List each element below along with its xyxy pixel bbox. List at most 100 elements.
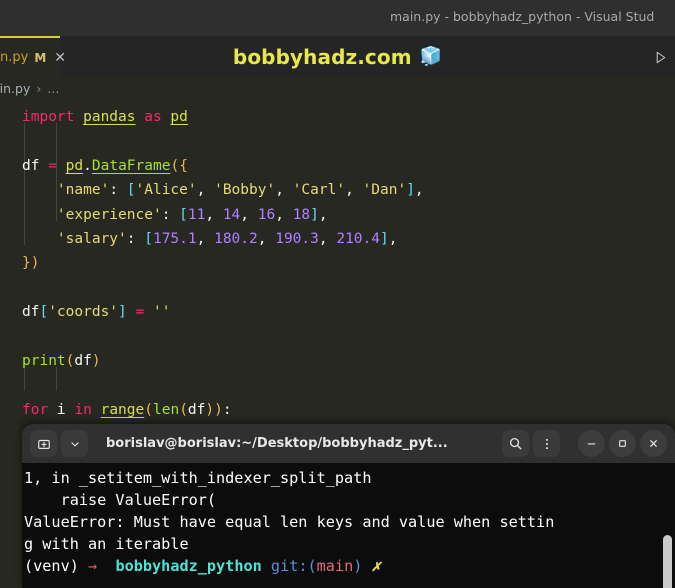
code-token: import bbox=[22, 109, 84, 125]
code-token: ] bbox=[310, 206, 319, 223]
code-token: ] bbox=[380, 230, 389, 247]
cube-icon: 🧊 bbox=[419, 46, 443, 67]
terminal-token: bobbyhadz_python bbox=[106, 557, 271, 575]
code-line: }) bbox=[22, 251, 675, 275]
code-token: , bbox=[240, 206, 258, 223]
code-token: , bbox=[318, 230, 337, 247]
code-token: : bbox=[126, 230, 145, 247]
code-token: [ bbox=[179, 206, 188, 223]
run-button[interactable] bbox=[650, 47, 670, 67]
code-token: pd bbox=[65, 157, 84, 174]
code-content[interactable]: import pandas as pd df = pd.DataFrame({ … bbox=[0, 105, 675, 446]
code-token: } bbox=[22, 255, 31, 272]
minimize-button[interactable] bbox=[578, 430, 605, 457]
code-token: = bbox=[48, 157, 66, 174]
close-icon bbox=[650, 440, 657, 447]
terminal-token: ( bbox=[307, 557, 317, 575]
code-token: , bbox=[196, 182, 215, 199]
code-token: ) bbox=[205, 401, 215, 418]
terminal-window[interactable]: borislav@borislav:~/Desktop/bobbyhadz_py… bbox=[22, 424, 675, 588]
breadcrumb-overflow[interactable]: ... bbox=[47, 81, 59, 96]
terminal-token: g with an iterable bbox=[24, 535, 189, 553]
code-token: 180.2 bbox=[214, 230, 258, 247]
terminal-title: borislav@borislav:~/Desktop/bobbyhadz_py… bbox=[106, 436, 448, 451]
code-token: 'Bobby' bbox=[214, 182, 276, 199]
minimize-icon bbox=[587, 443, 596, 445]
code-token: ) bbox=[91, 352, 101, 369]
tab-main-py[interactable]: n.py M ✕ bbox=[0, 36, 66, 77]
terminal-dropdown-button[interactable] bbox=[61, 430, 88, 457]
code-line: 'name': ['Alice', 'Bobby', 'Carl', 'Dan'… bbox=[22, 178, 675, 202]
terminal-token: (venv) bbox=[24, 557, 89, 575]
code-token: , bbox=[196, 230, 215, 247]
code-token: range bbox=[100, 401, 145, 418]
code-token: ) bbox=[30, 255, 40, 272]
code-token: 'Alice' bbox=[135, 182, 197, 199]
code-token: , bbox=[257, 230, 276, 247]
terminal-scrollbar[interactable] bbox=[663, 535, 672, 588]
terminal-token: → bbox=[88, 557, 107, 575]
terminal-token: ✗ bbox=[362, 557, 381, 575]
code-token: 'Carl' bbox=[292, 182, 346, 199]
code-token: = bbox=[126, 304, 153, 321]
code-token: ( bbox=[170, 157, 180, 174]
code-token: df bbox=[22, 304, 40, 321]
code-token: df bbox=[22, 157, 49, 174]
code-token: i bbox=[56, 401, 75, 418]
breadcrumb-file[interactable]: ain.py bbox=[0, 81, 30, 96]
code-token: pandas bbox=[83, 109, 136, 125]
code-token: , bbox=[414, 182, 424, 199]
code-token: ] bbox=[406, 182, 415, 199]
terminal-token: 1, in _setitem_with_indexer_split_path bbox=[24, 469, 372, 487]
code-token: print bbox=[22, 352, 66, 369]
code-token: , bbox=[345, 182, 363, 199]
code-token: : bbox=[222, 401, 232, 418]
maximize-icon bbox=[619, 440, 626, 447]
code-token: DataFrame bbox=[91, 157, 171, 174]
editor-tabstrip: n.py M ✕ bobbyhadz.com 🧊 bbox=[0, 36, 675, 77]
close-icon[interactable]: ✕ bbox=[54, 51, 66, 65]
close-window-button[interactable] bbox=[640, 430, 667, 457]
terminal-menu-button[interactable] bbox=[533, 430, 560, 457]
watermark-label: bobbyhadz.com bbox=[232, 44, 412, 69]
code-token: 16 bbox=[257, 206, 276, 223]
code-token: , bbox=[318, 206, 328, 223]
code-token: { bbox=[179, 157, 188, 174]
new-tab-button[interactable] bbox=[30, 430, 57, 457]
code-token: len bbox=[152, 401, 180, 418]
code-token: 14 bbox=[222, 206, 241, 223]
code-token: , bbox=[275, 206, 293, 223]
code-token: df bbox=[187, 401, 206, 418]
new-tab-icon bbox=[37, 439, 50, 449]
code-token: [ bbox=[39, 304, 49, 321]
terminal-line: 1, in _setitem_with_indexer_split_path bbox=[24, 467, 675, 489]
code-token: , bbox=[275, 182, 293, 199]
terminal-token: ValueError: Must have equal len keys and… bbox=[24, 513, 555, 531]
code-line: 'experience': [11, 14, 16, 18], bbox=[22, 203, 675, 227]
code-line: df['coords'] = '' bbox=[22, 300, 675, 324]
code-token: ) bbox=[214, 401, 223, 418]
terminal-search-button[interactable] bbox=[502, 430, 529, 457]
terminal-titlebar: borislav@borislav:~/Desktop/bobbyhadz_py… bbox=[22, 424, 675, 463]
code-token: [ bbox=[144, 230, 153, 247]
code-token: df bbox=[74, 352, 92, 369]
terminal-line: g with an iterable bbox=[24, 533, 675, 555]
code-token: : bbox=[161, 206, 180, 223]
kebab-menu-icon bbox=[545, 438, 548, 449]
code-token: 210.4 bbox=[336, 230, 380, 247]
terminal-output-area[interactable]: 1, in _setitem_with_indexer_split_path r… bbox=[22, 463, 675, 588]
maximize-button[interactable] bbox=[609, 430, 636, 457]
search-icon bbox=[509, 437, 522, 450]
chevron-down-icon bbox=[70, 441, 79, 446]
code-token: 'salary' bbox=[56, 230, 127, 247]
breadcrumb: ain.py › ... bbox=[0, 77, 675, 99]
code-line: print(df) bbox=[22, 349, 675, 373]
terminal-token: ) bbox=[353, 557, 363, 575]
